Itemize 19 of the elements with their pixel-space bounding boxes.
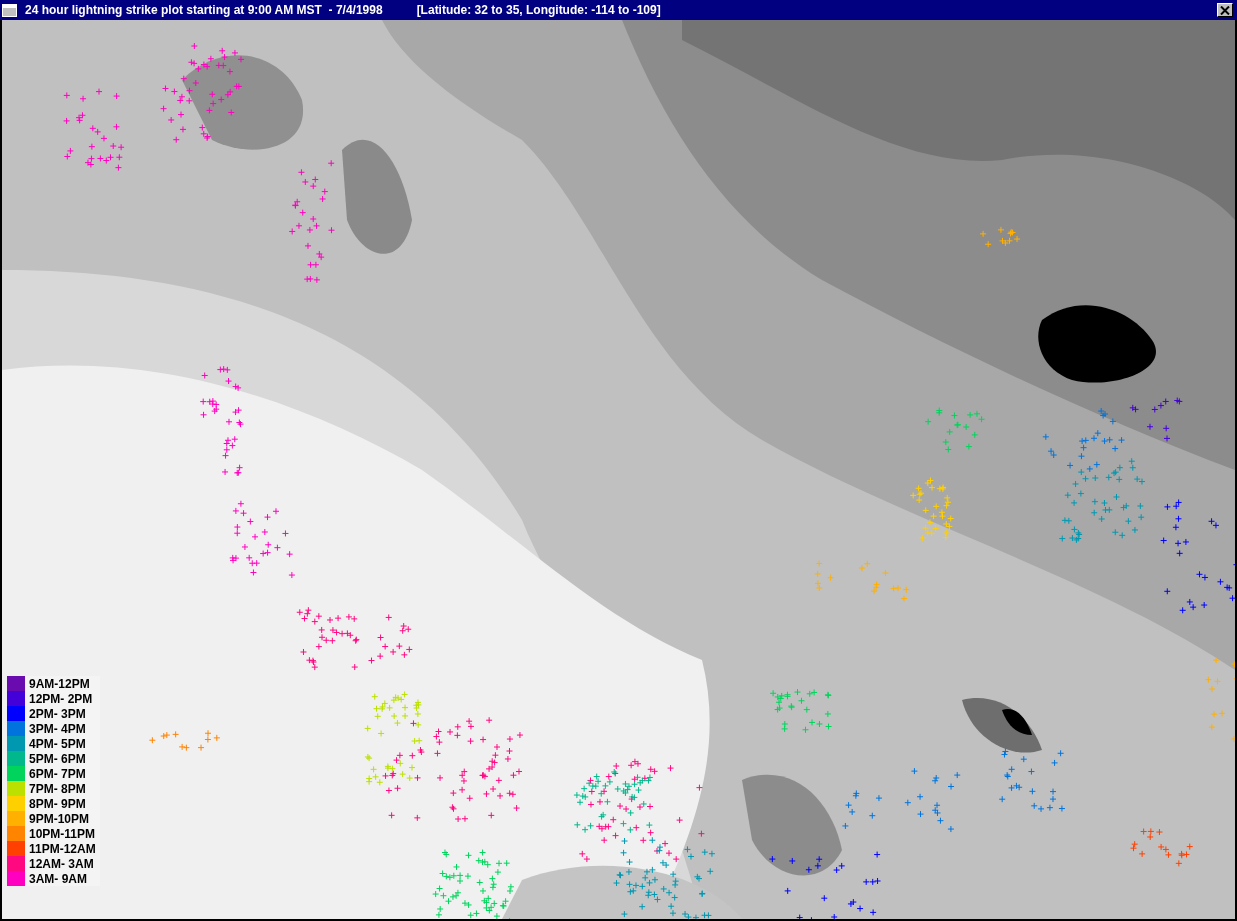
legend-label: 2PM- 3PM bbox=[29, 706, 87, 721]
legend-label: 7PM- 8PM bbox=[29, 781, 87, 796]
legend-label: 9AM-12PM bbox=[29, 676, 91, 691]
close-button[interactable] bbox=[1217, 3, 1233, 17]
legend-label: 6PM- 7PM bbox=[29, 766, 87, 781]
legend-label: 12PM- 2PM bbox=[29, 691, 94, 706]
legend-label: 10PM-11PM bbox=[29, 826, 97, 841]
window-title: 24 hour lightning strike plot starting at 9:00 AM MST - 7/4/1998 bbox=[25, 3, 383, 17]
close-icon bbox=[1220, 5, 1230, 15]
legend-label: 3PM- 4PM bbox=[29, 721, 87, 736]
legend-label: 8PM- 9PM bbox=[29, 796, 87, 811]
legend-label: 3AM- 9AM bbox=[29, 871, 88, 886]
legend-label: 11PM-12AM bbox=[29, 841, 97, 856]
legend-label: 5PM- 6PM bbox=[29, 751, 87, 766]
legend-label: 4PM- 5PM bbox=[29, 736, 87, 751]
legend-label: 9PM-10PM bbox=[29, 811, 91, 826]
coordinate-range: [Latitude: 32 to 35, Longitude: -114 to -109] bbox=[416, 3, 661, 17]
system-menu-icon[interactable] bbox=[2, 3, 17, 17]
legend-label: 12AM- 3AM bbox=[29, 856, 95, 871]
